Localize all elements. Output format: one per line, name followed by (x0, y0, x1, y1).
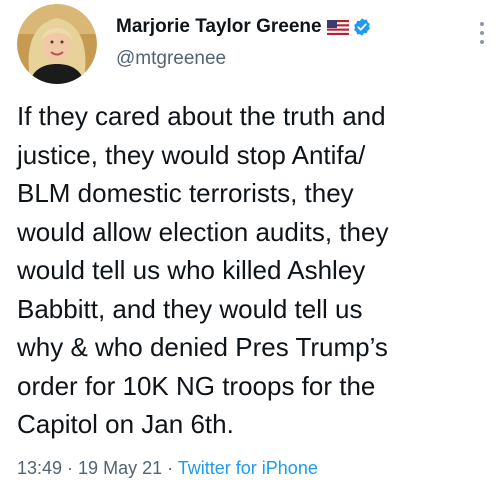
tweet-text-line: BLM domestic terrorists, they (17, 178, 354, 208)
tweet-text-line: would allow election audits, they (17, 216, 389, 247)
meta-separator: · (162, 458, 178, 478)
us-flag-icon (326, 19, 349, 35)
tweet-text-line: justice, they would stop Antifa/ (17, 139, 366, 170)
tweet-text: If they cared about the truth and justic… (17, 97, 487, 444)
tweet-text-line: Babbitt, and they would tell us (17, 293, 363, 324)
profile-photo (17, 4, 97, 84)
tweet-text-line: why & who denied Pres Trump’s (17, 332, 388, 362)
meta-separator: · (62, 458, 79, 478)
tweet-date[interactable]: 19 May 21 (78, 458, 162, 478)
tweet-text-line: would tell us who killed Ashley (17, 255, 366, 285)
tweet-text-line: order for 10K NG troops for the (17, 370, 376, 401)
tweet-meta: 13:49 · 19 May 21 · Twitter for iPhone (17, 458, 318, 479)
verified-icon (352, 17, 372, 37)
tweet-card: Marjorie Taylor Greene @mtgreenee If the… (0, 0, 500, 495)
more-vertical-icon[interactable] (476, 18, 488, 48)
tweet-text-line: Capitol on Jan 6th. (17, 409, 234, 439)
author-handle[interactable]: @mtgreenee (116, 48, 226, 70)
author-display-name[interactable]: Marjorie Taylor Greene (116, 16, 322, 38)
author-name-row[interactable]: Marjorie Taylor Greene (116, 14, 372, 40)
tweet-time[interactable]: 13:49 (17, 458, 62, 478)
avatar[interactable] (17, 4, 97, 84)
tweet-source-link[interactable]: Twitter for iPhone (178, 458, 318, 478)
tweet-text-line: If they cared about the truth and (17, 101, 386, 131)
